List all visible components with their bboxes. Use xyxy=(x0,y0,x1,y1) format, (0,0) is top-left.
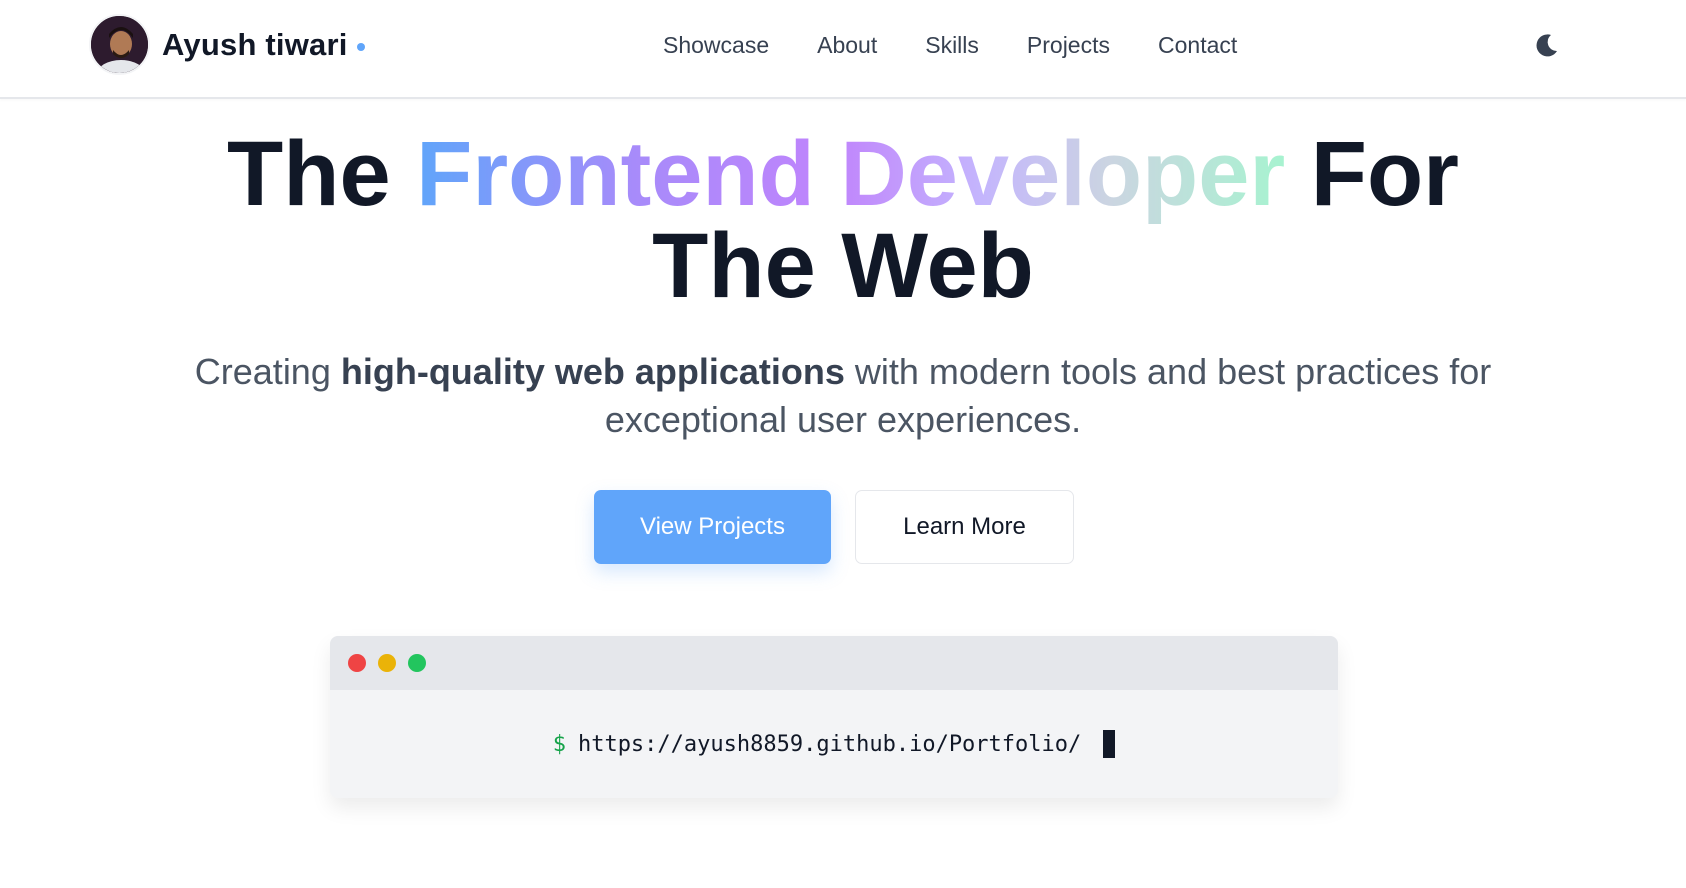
brand[interactable]: Ayush tiwari xyxy=(89,14,365,75)
brand-name: Ayush tiwari xyxy=(162,26,348,62)
maximize-dot-icon xyxy=(408,654,426,672)
learn-more-button[interactable]: Learn More xyxy=(855,490,1074,564)
nav-projects[interactable]: Projects xyxy=(1027,29,1110,61)
theme-toggle-button[interactable] xyxy=(1532,30,1562,60)
terminal-prompt: $ xyxy=(552,731,566,757)
hero-title-gradient: Frontend Developer xyxy=(416,123,1286,225)
terminal-titlebar xyxy=(330,636,1338,690)
hero-title-part2: For xyxy=(1285,123,1459,225)
terminal-window: $ https://ayush8859.github.io/Portfolio/ xyxy=(330,636,1338,798)
nav-showcase[interactable]: Showcase xyxy=(663,29,769,61)
brand-dot xyxy=(356,42,365,51)
hero-subtitle: Creating high-quality web applications w… xyxy=(143,348,1543,444)
close-dot-icon xyxy=(348,654,366,672)
moon-icon xyxy=(1536,34,1557,57)
nav-skills[interactable]: Skills xyxy=(925,29,979,61)
main-nav: Showcase About Skills Projects Contact xyxy=(663,29,1285,61)
hero-title: The Frontend Developer For The Web xyxy=(0,128,1686,312)
hero-title-line2: The Web xyxy=(652,215,1034,317)
minimize-dot-icon xyxy=(378,654,396,672)
terminal-cursor xyxy=(1103,730,1116,758)
terminal-body: $ https://ayush8859.github.io/Portfolio/ xyxy=(330,690,1338,798)
terminal-command: https://ayush8859.github.io/Portfolio/ xyxy=(577,731,1082,757)
nav-contact[interactable]: Contact xyxy=(1158,29,1237,61)
site-header: Ayush tiwari Showcase About Skills Proje… xyxy=(0,0,1686,99)
hero-title-part1: The xyxy=(227,123,417,225)
nav-about[interactable]: About xyxy=(817,29,877,61)
hero-subtitle-bold: high-quality web applications xyxy=(340,351,845,392)
avatar xyxy=(89,14,150,75)
view-projects-button[interactable]: View Projects xyxy=(594,490,831,564)
avatar-image xyxy=(91,16,148,73)
hero-subtitle-pre: Creating xyxy=(194,351,341,392)
